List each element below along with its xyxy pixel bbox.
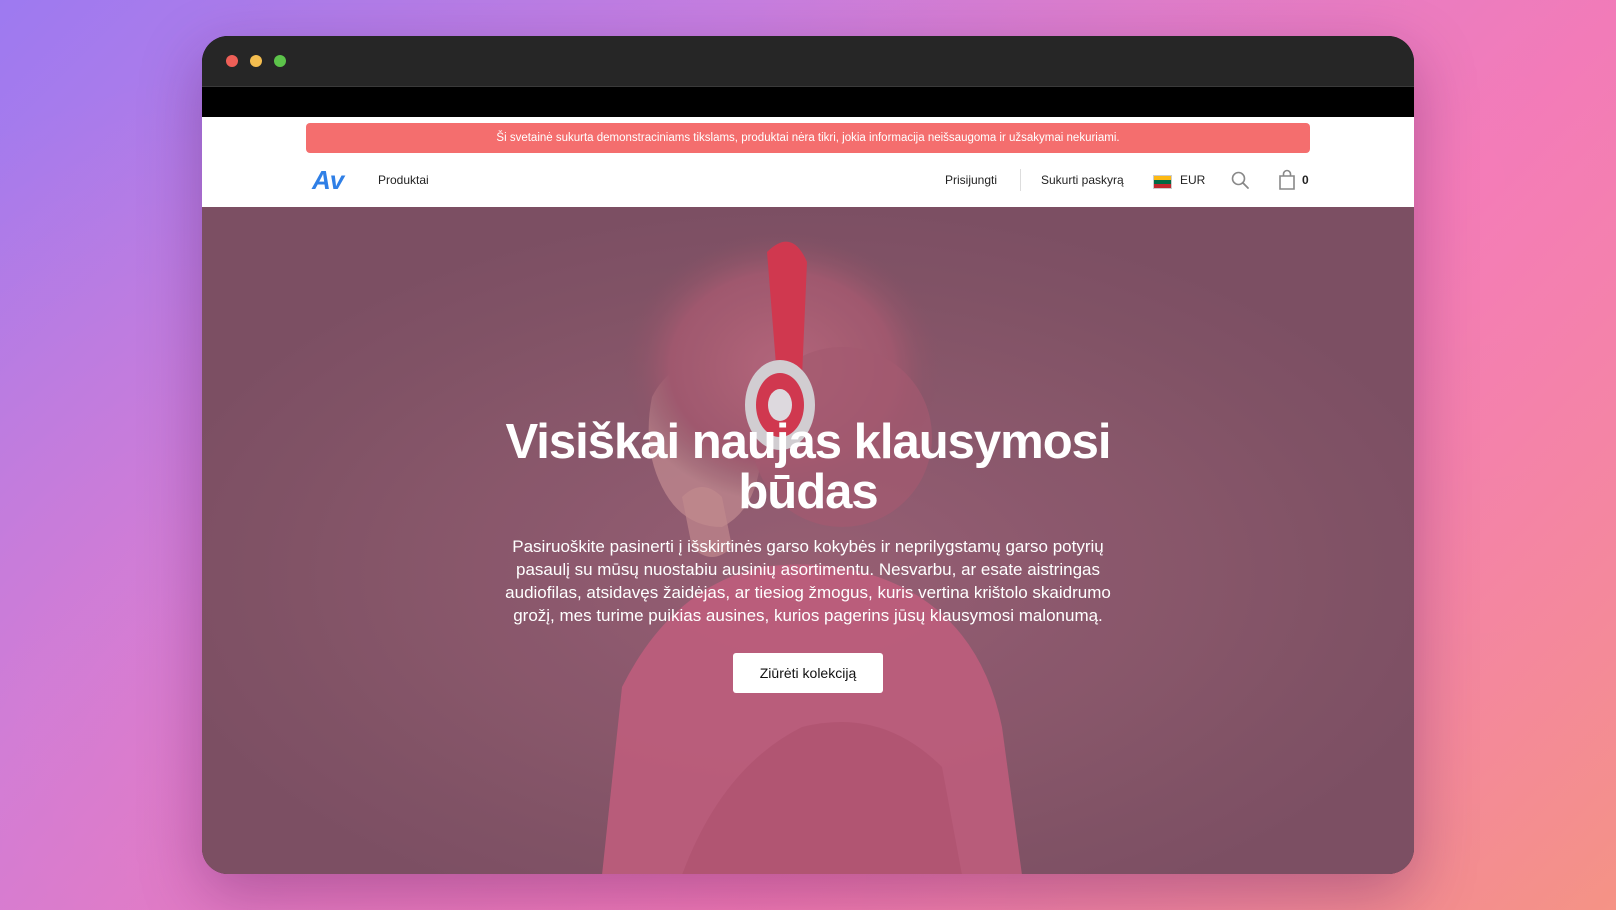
search-icon[interactable]: [1230, 170, 1250, 190]
minimize-window-button[interactable]: [250, 55, 262, 67]
close-window-button[interactable]: [226, 55, 238, 67]
hero-content: Visiškai naujas klausymosi būdas Pasiruo…: [202, 417, 1414, 693]
demo-notice-banner: Ši svetainė sukurta demonstraciniams tik…: [306, 123, 1310, 153]
browser-toolbar: [202, 87, 1414, 117]
shopping-bag-icon[interactable]: [1277, 169, 1297, 191]
hero-title: Visiškai naujas klausymosi būdas: [505, 415, 1111, 519]
hero-section: Visiškai naujas klausymosi būdas Pasiruo…: [202, 207, 1414, 874]
nav-link-products[interactable]: Produktai: [378, 173, 429, 187]
lithuania-flag-icon[interactable]: [1153, 175, 1172, 189]
main-navigation: Av Produktai Prisijungti Sukurti paskyrą…: [202, 161, 1414, 199]
view-collection-button[interactable]: Ziūrėti kolekciją: [732, 653, 884, 693]
site-header: Ši svetainė sukurta demonstraciniams tik…: [202, 117, 1414, 207]
window-titlebar: [202, 36, 1414, 87]
nav-divider: [1020, 169, 1021, 191]
currency-selector[interactable]: EUR: [1180, 173, 1205, 187]
nav-link-signup[interactable]: Sukurti paskyrą: [1041, 173, 1124, 187]
hero-description: Pasiruoškite pasinerti į išskirtinės gar…: [505, 537, 1111, 625]
cart-count[interactable]: 0: [1302, 173, 1309, 187]
nav-link-login[interactable]: Prisijungti: [945, 173, 997, 187]
browser-window: Ši svetainė sukurta demonstraciniams tik…: [202, 36, 1414, 874]
site-logo[interactable]: Av: [312, 165, 344, 196]
maximize-window-button[interactable]: [274, 55, 286, 67]
